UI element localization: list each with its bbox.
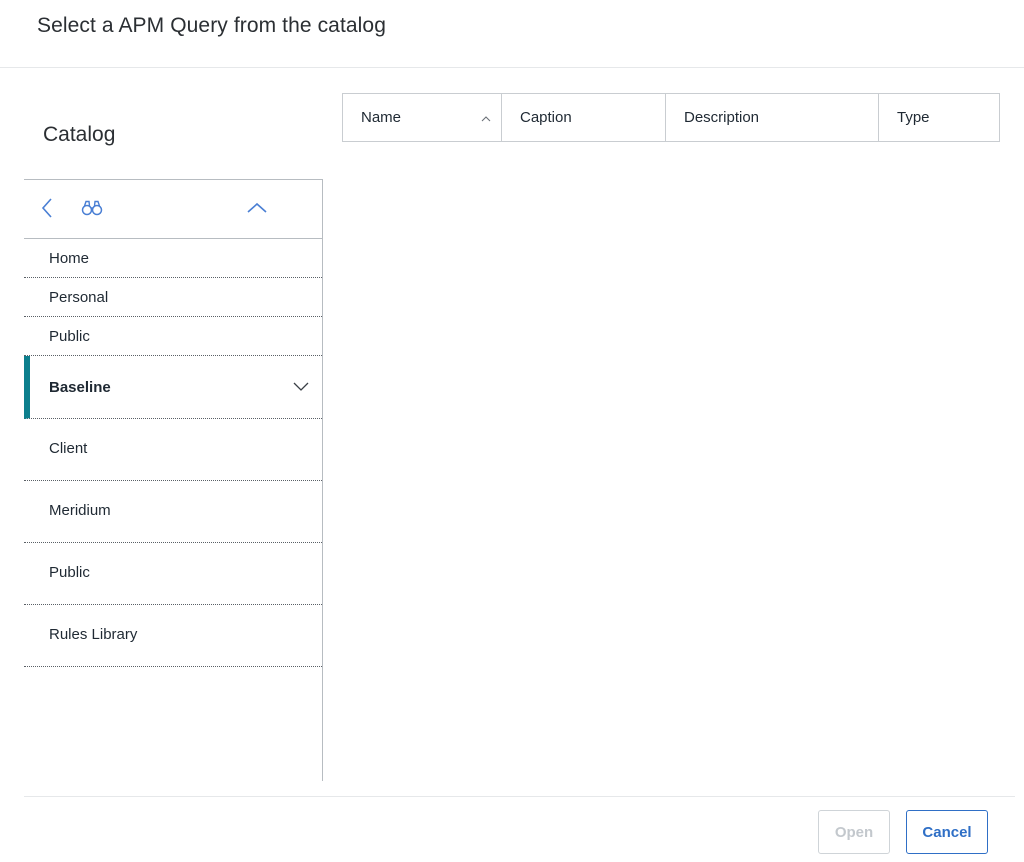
- select-query-dialog: Select a APM Query from the catalog Cata…: [0, 0, 1024, 862]
- chevron-up-icon[interactable]: [245, 196, 269, 220]
- catalog-item-rules-library[interactable]: Rules Library: [24, 605, 322, 667]
- chevron-down-icon[interactable]: [292, 378, 310, 396]
- catalog-item-client[interactable]: Client: [24, 419, 322, 481]
- catalog-item-label: Rules Library: [49, 626, 138, 643]
- catalog-item-label: Client: [49, 440, 88, 457]
- cancel-button[interactable]: Cancel: [906, 810, 988, 854]
- catalog-item-label: Public: [49, 328, 90, 345]
- column-label: Caption: [520, 109, 572, 126]
- catalog-item-public-child[interactable]: Public: [24, 543, 322, 605]
- sort-ascending-icon: [480, 111, 492, 122]
- catalog-item-label: Personal: [49, 289, 109, 306]
- open-button[interactable]: Open: [818, 810, 890, 854]
- column-label: Description: [684, 109, 760, 126]
- catalog-item-personal[interactable]: Personal: [24, 278, 322, 317]
- catalog-toolbar: [24, 180, 322, 239]
- catalog-item-public[interactable]: Public: [24, 317, 322, 356]
- catalog-title: Catalog: [43, 123, 116, 146]
- catalog-item-baseline[interactable]: Baseline: [24, 356, 322, 419]
- column-header-description[interactable]: Description: [666, 94, 879, 141]
- catalog-item-label: Meridium: [49, 502, 111, 519]
- catalog-panel: Home Personal Public Baseline Client Mer…: [24, 179, 323, 781]
- column-header-type[interactable]: Type: [879, 94, 999, 141]
- chevron-left-icon[interactable]: [35, 196, 59, 220]
- column-header-name[interactable]: Name: [343, 94, 502, 141]
- catalog-item-label: Public: [49, 564, 90, 581]
- column-header-caption[interactable]: Caption: [502, 94, 666, 141]
- query-grid-header: Name Caption Description Type: [342, 93, 1000, 142]
- catalog-item-label: Home: [49, 250, 90, 267]
- column-label: Type: [897, 109, 930, 126]
- catalog-item-meridium[interactable]: Meridium: [24, 481, 322, 543]
- catalog-item-label: Baseline: [49, 379, 111, 396]
- catalog-item-home[interactable]: Home: [24, 239, 322, 278]
- footer-divider: [24, 796, 1015, 797]
- dialog-title: Select a APM Query from the catalog: [37, 14, 386, 37]
- column-label: Name: [361, 109, 402, 126]
- dialog-header: Select a APM Query from the catalog: [0, 0, 1024, 68]
- binoculars-icon[interactable]: [80, 196, 104, 220]
